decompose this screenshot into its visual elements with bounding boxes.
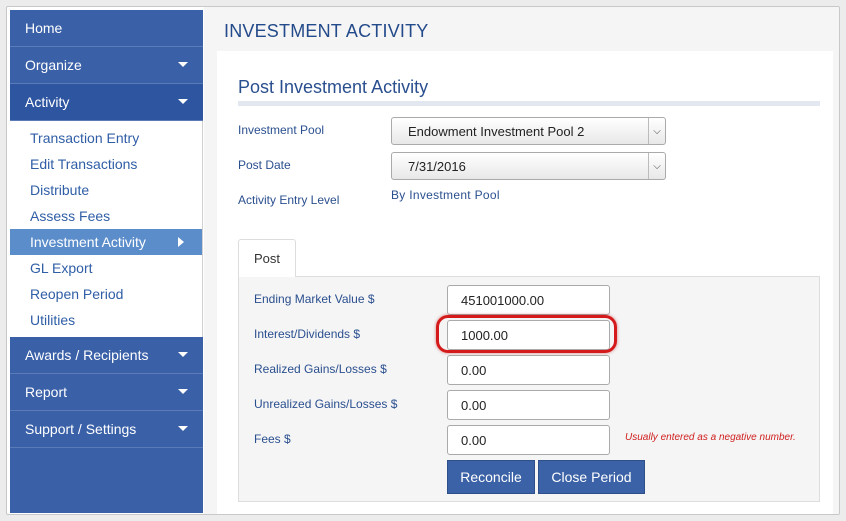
fees-hint: Usually entered as a negative number. — [625, 432, 796, 443]
close-period-button[interactable]: Close Period — [538, 460, 645, 494]
chevron-down-icon — [178, 62, 188, 67]
interest-dividends-input[interactable]: 1000.00 — [447, 320, 610, 350]
nav-awards-label: Awards / Recipients — [25, 347, 149, 363]
nav-report-label: Report — [25, 384, 68, 400]
chevron-down-icon: ⌵ — [648, 118, 665, 144]
post-date-label: Post Date — [238, 158, 291, 172]
nav-home[interactable]: Home — [10, 10, 203, 47]
app-window: Home Organize Activity Transaction Entry… — [6, 6, 840, 515]
sidebar-item-assess-fees[interactable]: Assess Fees — [10, 203, 202, 229]
main-content: INVESTMENT ACTIVITY Post Investment Acti… — [204, 7, 839, 514]
post-date-select[interactable]: 7/31/2016 ⌵ — [391, 152, 666, 180]
nav-organize[interactable]: Organize — [10, 47, 203, 84]
nav-organize-label: Organize — [25, 57, 82, 73]
investment-pool-label: Investment Pool — [238, 123, 325, 137]
sidebar-item-transaction-entry[interactable]: Transaction Entry — [10, 125, 202, 151]
chevron-right-icon — [178, 237, 184, 247]
chevron-down-icon — [178, 426, 188, 431]
investment-pool-value: Endowment Investment Pool 2 — [408, 123, 585, 139]
fees-input[interactable]: 0.00 — [447, 425, 610, 455]
nav-support-label: Support / Settings — [25, 421, 137, 437]
tab-post[interactable]: Post — [238, 239, 296, 277]
unrealized-gains-input[interactable]: 0.00 — [447, 390, 610, 420]
nav-home-label: Home — [25, 20, 63, 36]
chevron-down-icon — [178, 352, 188, 357]
section-title: Post Investment Activity — [238, 77, 429, 97]
reconcile-button[interactable]: Reconcile — [447, 460, 535, 494]
ending-market-value-label: Ending Market Value $ — [254, 292, 375, 306]
unrealized-gains-label: Unrealized Gains/Losses $ — [254, 397, 398, 411]
interest-dividends-label: Interest/Dividends $ — [254, 327, 361, 341]
nav-awards-recipients[interactable]: Awards / Recipients — [10, 337, 203, 374]
investment-pool-select[interactable]: Endowment Investment Pool 2 ⌵ — [391, 117, 666, 145]
post-date-value: 7/31/2016 — [408, 158, 466, 174]
page-title: INVESTMENT ACTIVITY — [224, 21, 429, 41]
content-panel: Post Investment Activity Investment Pool… — [217, 51, 833, 514]
entry-level-value: By Investment Pool — [391, 188, 500, 202]
activity-submenu: Transaction Entry Edit Transactions Dist… — [10, 121, 203, 337]
sidebar: Home Organize Activity Transaction Entry… — [10, 10, 203, 513]
sidebar-item-gl-export[interactable]: GL Export — [10, 255, 202, 281]
section-divider — [238, 101, 820, 106]
nav-activity-label: Activity — [25, 94, 70, 110]
realized-gains-input[interactable]: 0.00 — [447, 355, 610, 385]
ending-market-value-input[interactable]: 451001000.00 — [447, 285, 610, 315]
chevron-down-icon: ⌵ — [648, 153, 665, 179]
entry-level-label: Activity Entry Level — [238, 193, 340, 207]
sidebar-item-investment-activity[interactable]: Investment Activity — [10, 229, 202, 255]
sidebar-item-label: Investment Activity — [30, 234, 146, 250]
realized-gains-label: Realized Gains/Losses $ — [254, 362, 387, 376]
sidebar-item-utilities[interactable]: Utilities — [10, 307, 202, 333]
chevron-down-icon — [178, 389, 188, 394]
nav-activity[interactable]: Activity — [10, 84, 203, 121]
tab-panel: Ending Market Value $ 451001000.00 Inter… — [238, 276, 820, 502]
nav-support-settings[interactable]: Support / Settings — [10, 411, 203, 448]
nav-report[interactable]: Report — [10, 374, 203, 411]
sidebar-item-edit-transactions[interactable]: Edit Transactions — [10, 151, 202, 177]
sidebar-item-distribute[interactable]: Distribute — [10, 177, 202, 203]
chevron-down-icon — [178, 99, 188, 104]
sidebar-item-reopen-period[interactable]: Reopen Period — [10, 281, 202, 307]
fees-label: Fees $ — [254, 432, 291, 446]
